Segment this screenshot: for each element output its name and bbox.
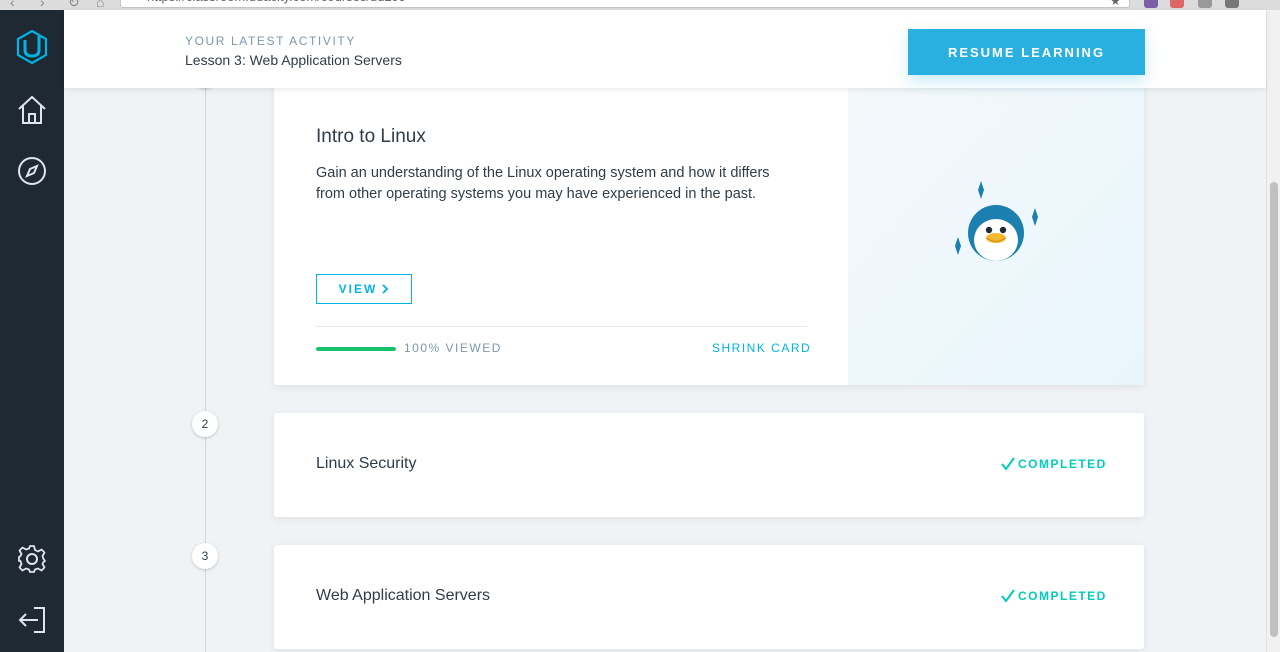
lesson-title: Intro to Linux xyxy=(316,126,426,147)
latest-lesson-link[interactable]: Lesson 3: Web Application Servers xyxy=(185,52,402,68)
home-browser-icon[interactable]: ⌂ xyxy=(96,0,104,10)
latest-activity-kicker: YOUR LATEST ACTIVITY xyxy=(185,34,356,48)
card-divider xyxy=(316,326,807,327)
step-number: 2 xyxy=(192,411,218,437)
progress-label: 100% VIEWED xyxy=(404,341,502,355)
progress-bar-fill xyxy=(316,347,396,351)
completed-badge: COMPLETED xyxy=(1001,589,1107,603)
browser-toolbar: ‹ › ↻ ⌂ https://classroom.udacity.com/co… xyxy=(0,0,1280,10)
address-bar[interactable]: https://classroom.udacity.com/courses/ud… xyxy=(120,0,1130,8)
progress-bar xyxy=(316,347,396,351)
gear-icon[interactable] xyxy=(16,543,48,575)
extension-icon[interactable] xyxy=(1144,0,1158,8)
lesson-title: Web Application Servers xyxy=(316,587,491,604)
view-button[interactable]: VIEW xyxy=(316,274,412,304)
lesson-card-expanded: Intro to Linux Gain an understanding of … xyxy=(274,70,1144,385)
forward-icon[interactable]: › xyxy=(40,0,45,10)
sidebar xyxy=(0,10,64,652)
lesson-illustration xyxy=(848,70,1144,385)
reload-icon[interactable]: ↻ xyxy=(68,0,80,10)
resume-learning-button[interactable]: RESUME LEARNING xyxy=(908,29,1145,75)
view-button-label: VIEW xyxy=(338,282,378,296)
extension-icon[interactable] xyxy=(1198,0,1212,8)
home-icon[interactable] xyxy=(16,94,48,126)
scrollbar-thumb[interactable] xyxy=(1270,182,1278,637)
udacity-logo-icon[interactable] xyxy=(16,29,48,65)
back-icon[interactable]: ‹ xyxy=(10,0,15,10)
step-number: 3 xyxy=(192,543,218,569)
logout-icon[interactable] xyxy=(16,604,48,636)
checkmark-icon xyxy=(1001,457,1015,471)
checkmark-icon xyxy=(1001,589,1015,603)
scrollbar[interactable] xyxy=(1266,10,1280,652)
shrink-card-link[interactable]: SHRINK CARD xyxy=(712,341,811,355)
lesson-description: Gain an understanding of the Linux opera… xyxy=(316,165,770,202)
linux-penguin-icon xyxy=(955,181,1038,261)
latest-activity-header: YOUR LATEST ACTIVITY Lesson 3: Web Appli… xyxy=(64,10,1266,88)
completed-label: COMPLETED xyxy=(1018,589,1107,603)
lesson-card[interactable]: Linux Security COMPLETED xyxy=(274,413,1144,517)
lesson-card[interactable]: Web Application Servers COMPLETED xyxy=(274,545,1144,649)
compass-icon[interactable] xyxy=(16,155,48,187)
completed-badge: COMPLETED xyxy=(1001,457,1107,471)
lesson-title: Linux Security xyxy=(316,455,417,472)
chevron-right-icon xyxy=(382,284,389,294)
bookmark-star-icon[interactable]: ★ xyxy=(1110,0,1121,8)
extension-icon[interactable] xyxy=(1225,0,1239,8)
extension-icon[interactable] xyxy=(1170,0,1184,8)
completed-label: COMPLETED xyxy=(1018,457,1107,471)
